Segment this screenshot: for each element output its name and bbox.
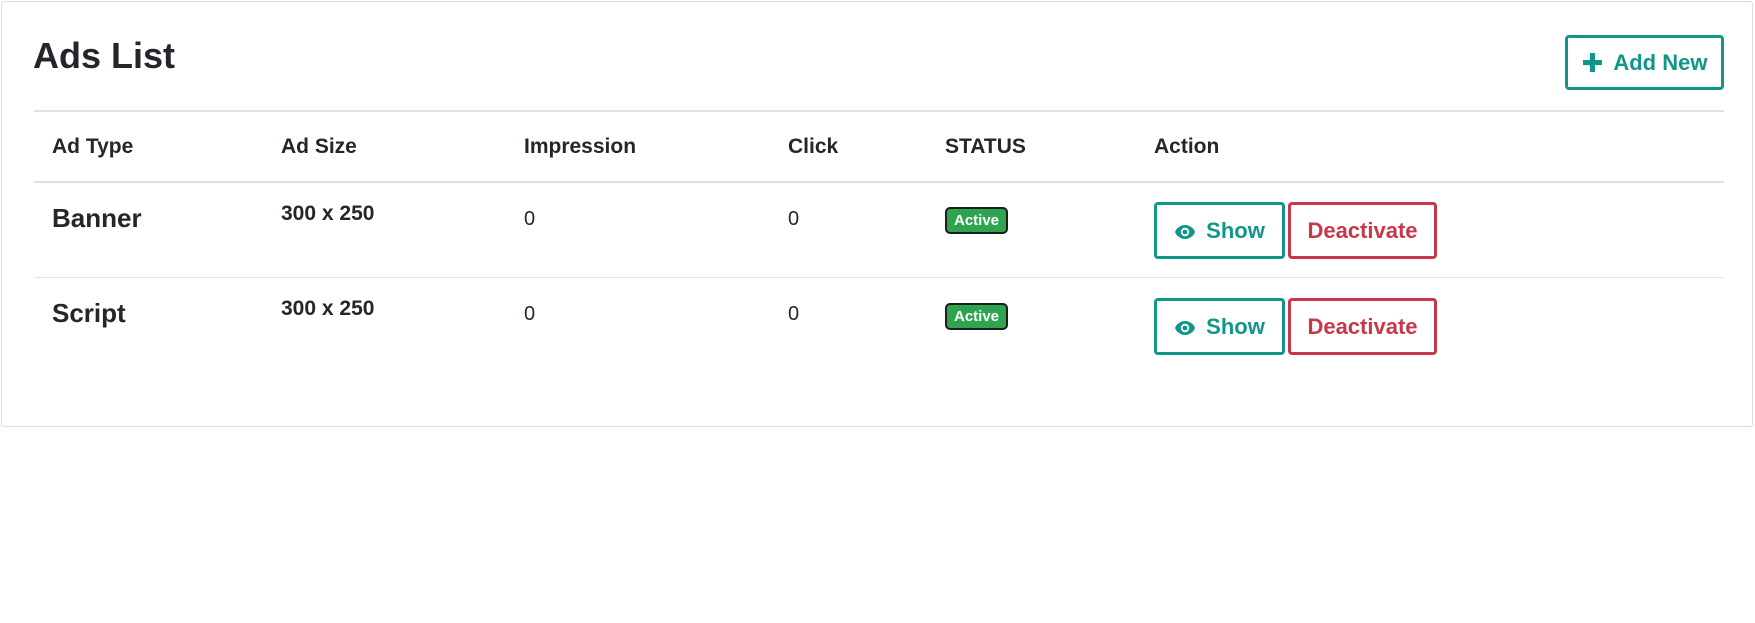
page-title: Ads List: [33, 35, 176, 76]
eye-icon: [1175, 321, 1196, 335]
deactivate-button[interactable]: Deactivate: [1288, 202, 1437, 259]
deactivate-label: Deactivate: [1307, 217, 1418, 243]
eye-icon: [1175, 225, 1196, 239]
impression-cell: 0: [524, 303, 536, 325]
column-header-impression: Impression: [524, 135, 637, 158]
column-header-action: Action: [1154, 135, 1220, 158]
click-cell: 0: [788, 303, 800, 325]
status-badge: Active: [945, 303, 1008, 330]
ad-size-cell: 300 x 250: [281, 202, 375, 225]
show-button[interactable]: Show: [1154, 298, 1285, 355]
impression-cell: 0: [524, 208, 536, 230]
column-header-ad-type: Ad Type: [52, 135, 134, 158]
ad-type-cell: Banner: [52, 203, 142, 233]
deactivate-button[interactable]: Deactivate: [1288, 298, 1437, 355]
show-label: Show: [1206, 313, 1265, 339]
column-header-click: Click: [788, 135, 839, 158]
click-cell: 0: [788, 208, 800, 230]
ads-list-card: Ads List ✚ Add New Ad Type Ad Size Impre…: [1, 1, 1753, 427]
ad-size-cell: 300 x 250: [281, 297, 375, 320]
add-new-label: Add New: [1613, 49, 1708, 75]
title-divider: [34, 110, 1724, 112]
deactivate-label: Deactivate: [1307, 313, 1418, 339]
column-header-ad-size: Ad Size: [281, 135, 357, 158]
add-new-button[interactable]: ✚ Add New: [1565, 35, 1724, 90]
show-button[interactable]: Show: [1154, 202, 1285, 259]
column-header-status: STATUS: [945, 135, 1026, 158]
header-divider: [34, 181, 1724, 183]
row-divider: [34, 277, 1724, 278]
ad-type-cell: Script: [52, 298, 126, 328]
plus-icon: ✚: [1581, 47, 1604, 78]
show-label: Show: [1206, 217, 1265, 243]
status-badge: Active: [945, 207, 1008, 234]
